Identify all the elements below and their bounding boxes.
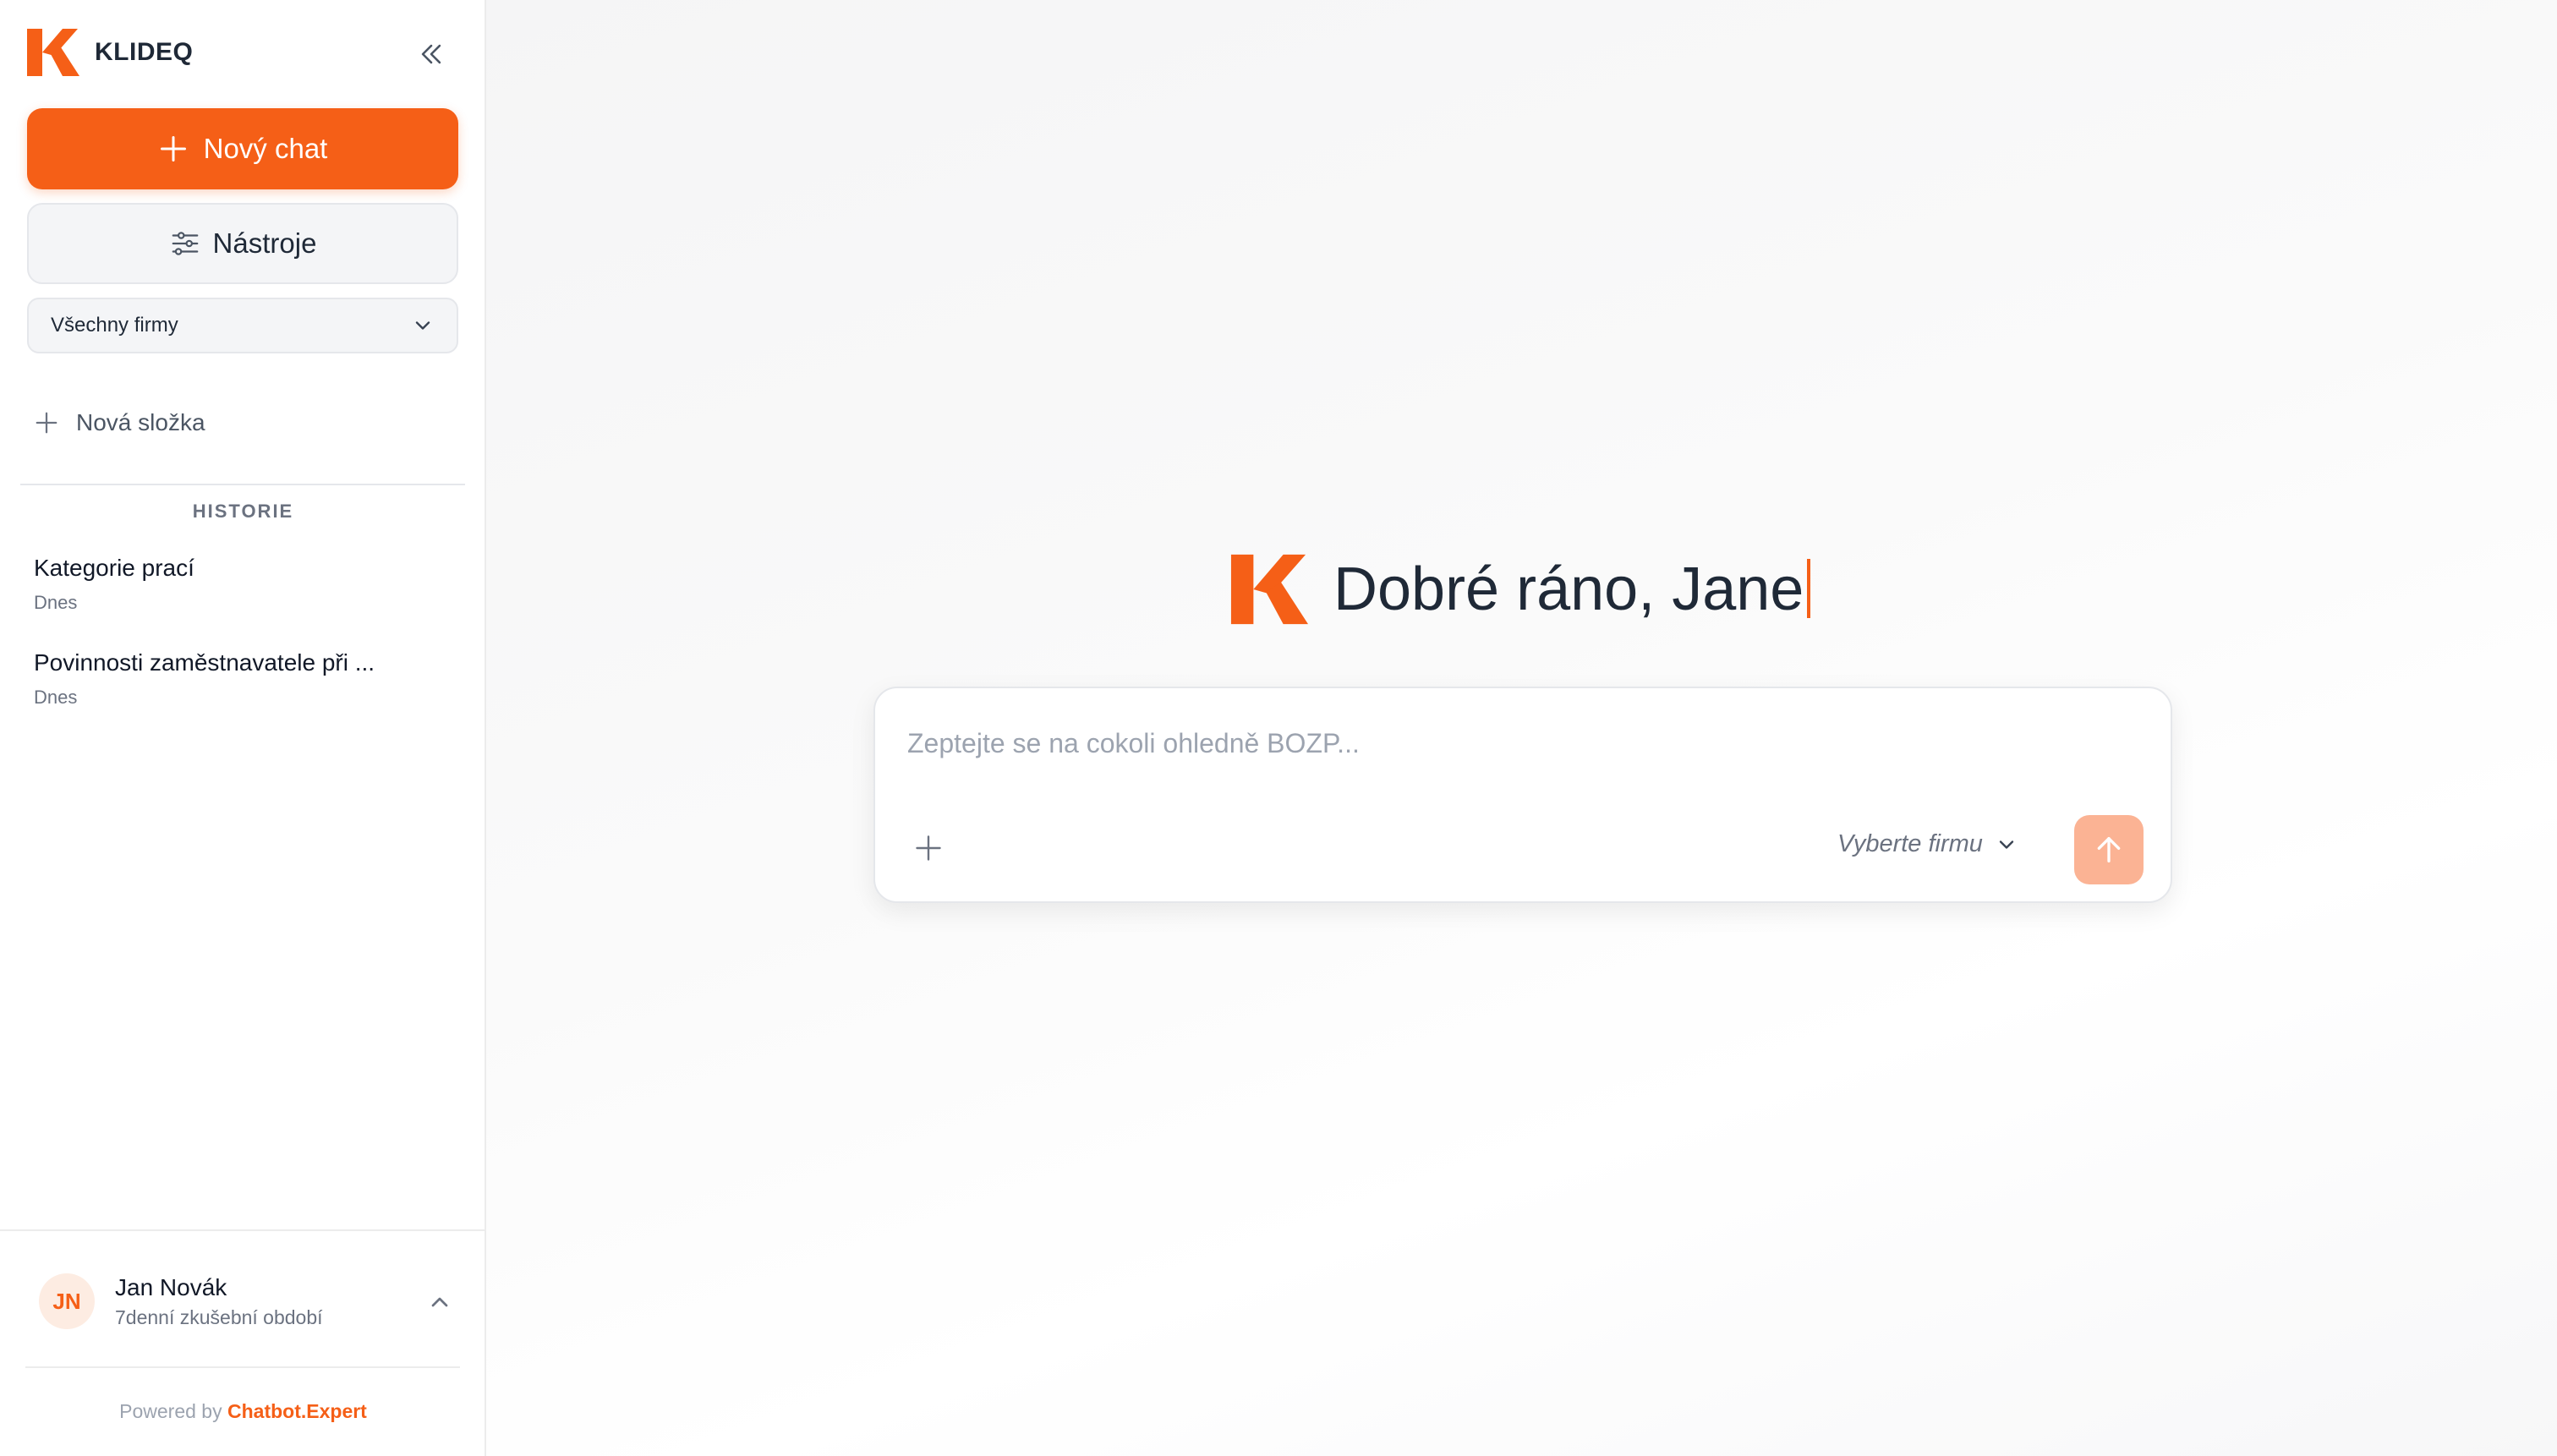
new-folder-button[interactable]: Nová složka	[34, 409, 205, 436]
chat-composer: Vyberte firmu	[873, 687, 2172, 903]
new-chat-button[interactable]: Nový chat	[27, 108, 458, 189]
avatar: JN	[39, 1273, 95, 1329]
brand[interactable]: KLIDEQ	[25, 27, 193, 78]
klideq-logo-icon	[27, 29, 79, 76]
greeting-message: Dobré ráno, Jane	[1333, 556, 1804, 623]
powered-by: Powered by Chatbot.Expert	[0, 1400, 486, 1423]
user-menu[interactable]: JN Jan Novák 7denní zkušební období	[39, 1273, 453, 1329]
sliders-icon	[172, 232, 198, 255]
double-chevron-left-icon	[421, 44, 441, 64]
history-item[interactable]: Povinnosti zaměstnavatele při ... Dnes	[34, 649, 457, 709]
history-item-title: Povinnosti zaměstnavatele při ...	[34, 649, 375, 676]
user-info: Jan Novák 7denní zkušební období	[115, 1274, 323, 1329]
history-item-date: Dnes	[34, 592, 78, 613]
history-heading: HISTORIE	[192, 501, 294, 522]
powered-by-text: Powered by	[119, 1400, 222, 1422]
footer-divider	[25, 1366, 460, 1368]
history-item-date: Dnes	[34, 687, 78, 708]
company-filter-value: Všechny firmy	[51, 314, 178, 337]
collapse-sidebar-button[interactable]	[413, 36, 450, 73]
user-plan: 7denní zkušební období	[115, 1305, 323, 1328]
klideq-logo-icon	[1230, 554, 1308, 625]
company-picker-label: Vyberte firmu	[1837, 830, 1983, 857]
new-folder-label: Nová složka	[76, 409, 205, 435]
greeting-text: Dobré ráno, Jane	[1333, 555, 1811, 624]
user-name: Jan Novák	[115, 1273, 227, 1300]
attach-button[interactable]	[909, 829, 948, 868]
chevron-up-icon	[431, 1297, 448, 1307]
history-item-title: Kategorie prací	[34, 555, 194, 581]
plus-icon	[916, 835, 941, 861]
tools-label: Nástroje	[212, 227, 317, 259]
sidebar: KLIDEQ Nový chat Nástroje Všechny firmy …	[0, 0, 486, 1456]
chat-input[interactable]	[907, 722, 2133, 764]
send-button[interactable]	[2074, 815, 2144, 884]
main-area: Dobré ráno, Jane Vyberte firmu	[486, 0, 2557, 1456]
tools-button[interactable]: Nástroje	[27, 203, 458, 284]
company-filter-select[interactable]: Všechny firmy	[27, 298, 458, 353]
brand-name: KLIDEQ	[95, 38, 194, 66]
greeting: Dobré ráno, Jane	[1229, 551, 1811, 627]
chevron-down-icon	[415, 321, 430, 330]
chevron-down-icon	[1999, 840, 2014, 849]
powered-by-link[interactable]: Chatbot.Expert	[227, 1400, 367, 1422]
sidebar-bottom-divider	[0, 1229, 486, 1231]
company-picker[interactable]: Vyberte firmu	[1837, 830, 2018, 858]
plus-icon	[160, 136, 186, 161]
typing-cursor	[1807, 559, 1811, 618]
sidebar-divider	[20, 484, 465, 485]
history-item[interactable]: Kategorie prací Dnes	[34, 555, 457, 614]
arrow-up-icon	[2097, 837, 2121, 862]
new-chat-label: Nový chat	[203, 133, 328, 164]
plus-icon	[36, 412, 57, 434]
